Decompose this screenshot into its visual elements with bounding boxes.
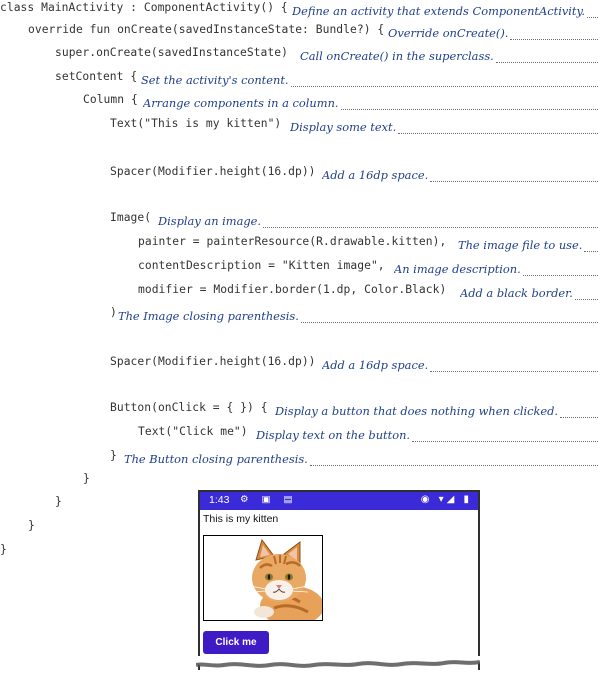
code-text: setContent { [55,70,138,83]
annotation-note: Override onCreate(). [388,26,509,40]
kitten-text: This is my kitten [203,513,279,525]
code-line-setcontent: setContent { Set the activity's content. [0,69,600,91]
leader-dots [300,310,598,323]
status-time: 1:43 [209,494,230,506]
annotation-note: Display some text. [290,120,397,134]
code-text: } [0,543,7,556]
code-text: modifier = Modifier.border(1.dp, Color.B… [138,283,447,296]
annotation-note: Define an activity that extends Componen… [292,4,586,18]
code-text: Text("Click me") [138,425,248,438]
code-line-image-close: ) The Image closing parenthesis. [0,305,600,327]
leader-dots [510,27,598,40]
code-text: } [83,472,90,485]
leader-dots [412,429,598,442]
code-text: } [110,449,117,462]
code-text: ) [110,306,117,319]
phone-screenshot: 1:43 ⚙ ▣ ▤ ◉ ▾◢ ▮ This is my kitten Clic… [196,490,480,670]
code-line-text: Text("This is my kitten") Display some t… [0,116,600,138]
code-line-button-close: } The Button closing parenthesis. [0,448,600,470]
leader-dots [263,215,598,228]
leader-dots [584,239,598,252]
leader-dots [290,74,598,87]
code-text: super.onCreate(savedInstanceState) [55,46,288,59]
code-text: override fun onCreate(savedInstanceState… [28,23,385,36]
leader-dots [430,169,598,182]
code-line-button-text: Text("Click me") Display text on the but… [0,424,600,446]
kitten-image [203,535,323,621]
annotation-note: The Button closing parenthesis. [124,452,308,466]
code-text: contentDescription = "Kitten image", [138,259,385,272]
leader-dots [522,263,598,276]
click-me-button[interactable]: Click me [203,631,269,654]
leader-dots [309,453,598,466]
annotation-note: Arrange components in a column. [143,96,339,110]
torn-edge [196,656,480,668]
leader-dots [560,405,598,418]
leader-dots [398,121,598,134]
code-line-painter: painter = painterResource(R.drawable.kit… [0,234,600,256]
annotation-note: Add a 16dp space. [322,358,429,372]
annotation-note: The Image closing parenthesis. [118,309,299,323]
phone-screen: 1:43 ⚙ ▣ ▤ ◉ ▾◢ ▮ This is my kitten Clic… [198,490,480,670]
code-line-content-description: contentDescription = "Kitten image", An … [0,258,600,280]
code-line-modifier: modifier = Modifier.border(1.dp, Color.B… [0,282,600,304]
leader-dots [574,287,598,300]
leader-dots [495,50,598,63]
code-text: Spacer(Modifier.height(16.dp)) [110,355,316,368]
code-text: Button(onClick = { }) { [110,401,268,414]
code-line-spacer: Spacer(Modifier.height(16.dp)) Add a 16d… [0,164,600,186]
signal-battery-icons: ◉ ▾◢ ▮ [420,494,472,505]
annotation-note: Display an image. [158,214,262,228]
annotation-note: Display text on the button. [256,428,411,442]
code-text: class MainActivity : ComponentActivity()… [0,1,288,14]
code-line-spacer-2: Spacer(Modifier.height(16.dp)) Add a 16d… [0,354,600,376]
code-text: } [28,519,35,532]
annotation-note: Set the activity's content. [141,73,289,87]
annotation-note: The image file to use. [458,238,583,252]
annotation-note: Display a button that does nothing when … [275,404,559,418]
code-line-class: class MainActivity : ComponentActivity()… [0,0,600,22]
notification-icons: ⚙ ▣ ▤ [240,494,298,505]
code-text: Column { [83,93,138,106]
annotation-note: Add a 16dp space. [322,168,429,182]
code-text: Image( [110,211,152,224]
code-text: painter = painterResource(R.drawable.kit… [138,235,447,248]
code-line-column: Column { Arrange components in a column. [0,92,600,114]
annotation-note: An image description. [394,262,521,276]
code-line-super: super.onCreate(savedInstanceState) Call … [0,45,600,67]
annotation-note: Add a black border. [460,286,573,300]
annotation-note: Call onCreate() in the superclass. [300,49,494,63]
code-line-button: Button(onClick = { }) { Display a button… [0,400,600,422]
code-text: } [55,495,62,508]
status-bar: 1:43 ⚙ ▣ ▤ ◉ ▾◢ ▮ [200,492,478,510]
kitten-icon [249,538,322,620]
leader-dots [430,359,598,372]
leader-dots [587,5,598,18]
code-line-oncreate: override fun onCreate(savedInstanceState… [0,22,600,44]
code-text: Text("This is my kitten") [110,117,282,130]
code-text: Spacer(Modifier.height(16.dp)) [110,165,316,178]
code-line-image: Image( Display an image. [0,210,600,232]
leader-dots [340,97,598,110]
